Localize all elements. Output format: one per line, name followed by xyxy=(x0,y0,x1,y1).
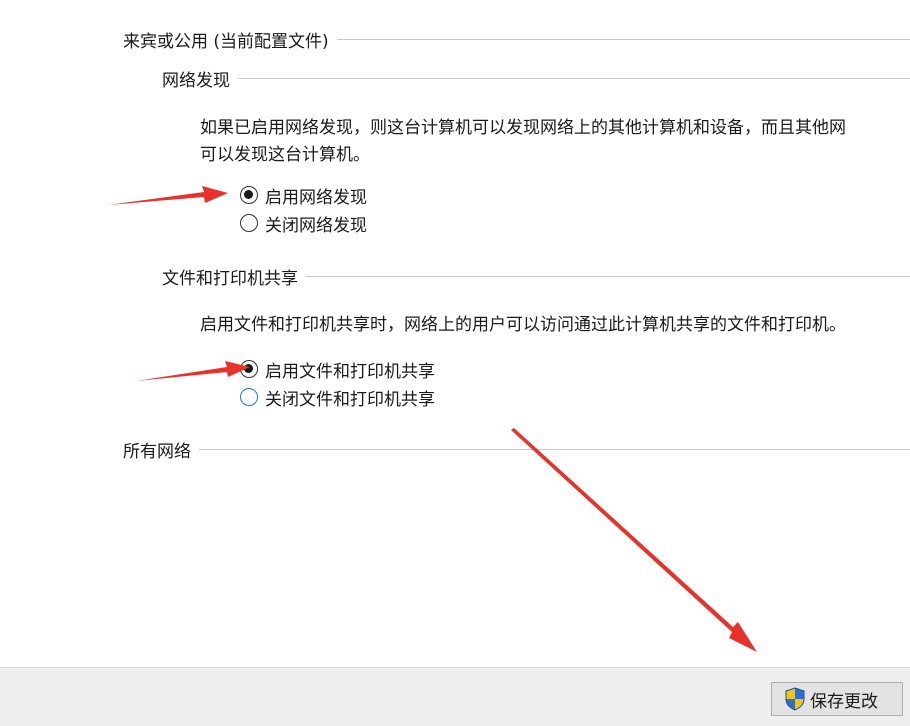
file-printer-sharing-label: 文件和打印机共享 xyxy=(162,268,298,289)
annotation-arrows xyxy=(108,186,757,652)
description-line: 如果已启用网络发现，则这台计算机可以发现网络上的其他计算机和设备，而且其他网 xyxy=(200,118,846,138)
radio-enable-file-printer-sharing[interactable]: 启用文件和打印机共享 xyxy=(240,357,435,382)
radio-enable-network-discovery[interactable]: 启用网络发现 xyxy=(240,183,367,208)
all-networks-label: 所有网络 xyxy=(123,441,191,462)
radio-unselected-icon[interactable] xyxy=(240,214,258,232)
radio-label: 启用网络发现 xyxy=(265,187,367,208)
profile-header-label: 来宾或公用 (当前配置文件) xyxy=(123,31,329,52)
radio-label: 关闭网络发现 xyxy=(265,215,367,236)
divider xyxy=(199,448,910,450)
file-printer-sharing-header: 文件和打印机共享 xyxy=(162,264,910,289)
uac-shield-icon xyxy=(785,687,805,711)
radio-disable-network-discovery[interactable]: 关闭网络发现 xyxy=(240,211,367,236)
arrow-to-file-sharing xyxy=(136,361,250,381)
network-discovery-header: 网络发现 xyxy=(162,66,910,91)
divider xyxy=(306,275,910,277)
arrow-to-network-discovery xyxy=(108,186,228,205)
arrow-to-save-button xyxy=(511,428,757,652)
profile-header: 来宾或公用 (当前配置文件) xyxy=(123,27,910,52)
all-networks-header: 所有网络 xyxy=(123,437,910,462)
divider xyxy=(238,77,910,79)
radio-selected-icon[interactable] xyxy=(240,186,258,204)
radio-disable-file-printer-sharing[interactable]: 关闭文件和打印机共享 xyxy=(240,385,435,410)
network-discovery-description: 如果已启用网络发现，则这台计算机可以发现网络上的其他计算机和设备，而且其他网 可… xyxy=(200,115,846,169)
radio-selected-icon[interactable] xyxy=(240,360,258,378)
description-line: 可以发现这台计算机。 xyxy=(200,145,370,165)
save-button-label: 保存更改 xyxy=(810,691,878,712)
radio-unselected-icon[interactable] xyxy=(240,388,258,406)
network-discovery-label: 网络发现 xyxy=(162,70,230,91)
save-changes-button[interactable]: 保存更改 xyxy=(771,682,903,716)
divider xyxy=(336,38,910,40)
file-printer-sharing-description: 启用文件和打印机共享时，网络上的用户可以访问通过此计算机共享的文件和打印机。 xyxy=(200,315,846,335)
radio-label: 启用文件和打印机共享 xyxy=(265,361,435,382)
radio-label: 关闭文件和打印机共享 xyxy=(265,389,435,410)
